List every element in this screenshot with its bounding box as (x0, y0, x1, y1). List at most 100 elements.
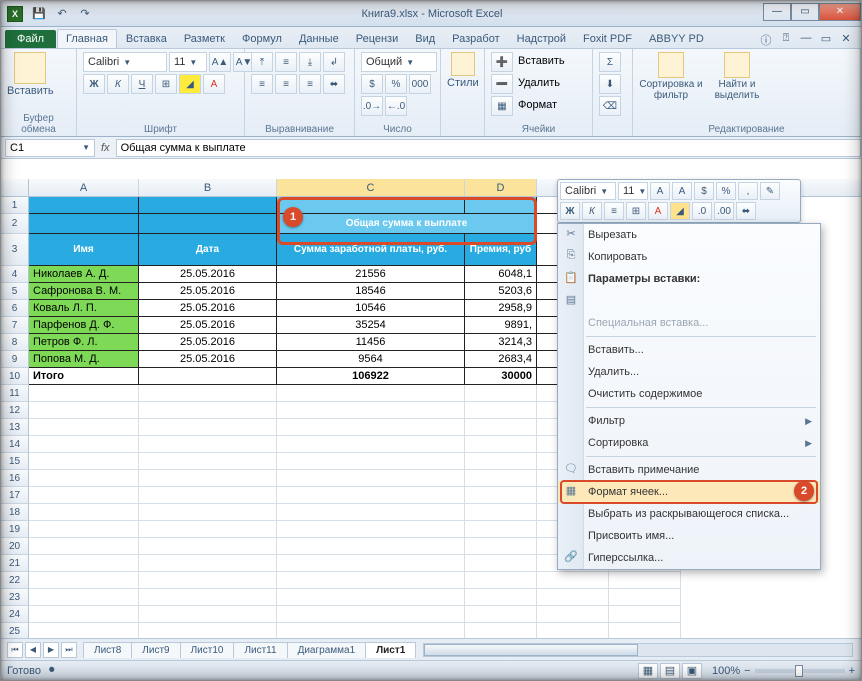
zoom-slider[interactable] (755, 669, 845, 673)
mini-font-name[interactable]: Calibri▼ (560, 182, 616, 200)
mini-percent-icon[interactable]: % (716, 182, 736, 200)
select-all-corner[interactable] (1, 179, 29, 196)
grow-font-icon[interactable]: A▲ (209, 52, 231, 72)
number-format-select[interactable]: Общий▼ (361, 52, 437, 72)
ctx-filter[interactable]: Фильтр▶ (558, 410, 820, 432)
row-head[interactable]: 8 (1, 334, 29, 351)
row-head[interactable]: 16 (1, 470, 29, 487)
underline-button[interactable]: Ч (131, 74, 153, 94)
delete-label[interactable]: Удалить (515, 74, 563, 94)
ctx-delete[interactable]: Удалить... (558, 361, 820, 383)
maximize-button[interactable]: ▭ (791, 3, 819, 21)
mini-font-size[interactable]: 11▼ (618, 182, 648, 200)
row-head[interactable]: 1 (1, 197, 29, 214)
percent-icon[interactable]: % (385, 74, 407, 94)
cell-salary[interactable]: 35254 (277, 317, 465, 334)
doc-minimize-icon[interactable]: — (799, 32, 813, 48)
mini-merge-icon[interactable]: ⬌ (736, 202, 756, 220)
cell-bonus[interactable]: 9891, (465, 317, 537, 334)
row-head[interactable]: 23 (1, 589, 29, 606)
tab-data[interactable]: Данные (291, 30, 347, 48)
tab-addins[interactable]: Надстрой (509, 30, 574, 48)
align-top-icon[interactable]: ⤒ (251, 52, 273, 72)
tab-abbyy[interactable]: ABBYY PD (641, 30, 712, 48)
comma-icon[interactable]: 000 (409, 74, 431, 94)
cell-name[interactable]: Попова М. Д. (29, 351, 139, 368)
hdr-date[interactable]: Дата (139, 234, 277, 266)
cell-date[interactable]: 25.05.2016 (139, 283, 277, 300)
mini-bold-button[interactable]: Ж (560, 202, 580, 220)
cell-name[interactable]: Коваль Л. П. (29, 300, 139, 317)
cell-name[interactable]: Николаев А. Д. (29, 266, 139, 283)
ctx-format-cells[interactable]: ▦Формат ячеек... (558, 481, 820, 503)
mini-dec-decimal-icon[interactable]: .0 (692, 202, 712, 220)
ctx-comment[interactable]: 🗨Вставить примечание (558, 459, 820, 481)
bold-button[interactable]: Ж (83, 74, 105, 94)
col-C[interactable]: C (277, 179, 465, 196)
hdr-name[interactable]: Имя (29, 234, 139, 266)
cell-salary[interactable]: 11456 (277, 334, 465, 351)
cell-date[interactable]: 25.05.2016 (139, 300, 277, 317)
sheet-tab[interactable]: Лист9 (131, 642, 180, 658)
row-head[interactable]: 15 (1, 453, 29, 470)
insert-label[interactable]: Вставить (515, 52, 568, 72)
mini-comma-icon[interactable]: , (738, 182, 758, 200)
row-head[interactable]: 2 (1, 214, 29, 234)
undo-icon[interactable]: ↶ (52, 4, 72, 24)
formula-input[interactable]: Общая сумма к выплате (116, 139, 861, 157)
horizontal-scrollbar[interactable] (423, 643, 853, 657)
mini-border-icon[interactable]: ⊞ (626, 202, 646, 220)
sheet-next-icon[interactable]: ▶ (43, 642, 59, 658)
cell-name[interactable]: Сафронова В. М. (29, 283, 139, 300)
cell-salary[interactable]: 9564 (277, 351, 465, 368)
align-right-icon[interactable]: ≡ (299, 74, 321, 94)
mini-grow-font-icon[interactable]: A (650, 182, 670, 200)
zoom-value[interactable]: 100% (712, 665, 740, 677)
mini-font-color-icon[interactable]: A (648, 202, 668, 220)
cell-bonus[interactable]: 5203,6 (465, 283, 537, 300)
view-normal-icon[interactable]: ▦ (638, 663, 658, 679)
sheet-tab[interactable]: Диаграмма1 (287, 642, 367, 658)
zoom-in-icon[interactable]: + (849, 665, 855, 677)
format-cells-icon[interactable]: ▦ (491, 96, 513, 116)
mini-format-painter-icon[interactable]: ✎ (760, 182, 780, 200)
cell-salary[interactable]: 18546 (277, 283, 465, 300)
ctx-paste-preview[interactable]: ▤ (558, 290, 820, 312)
tab-insert[interactable]: Вставка (118, 30, 175, 48)
row-head[interactable]: 11 (1, 385, 29, 402)
row-head[interactable]: 13 (1, 419, 29, 436)
paste-button[interactable]: Вставить (7, 52, 54, 97)
fx-icon[interactable]: fx (101, 142, 110, 154)
row-head[interactable]: 20 (1, 538, 29, 555)
tab-foxit[interactable]: Foxit PDF (575, 30, 640, 48)
decrease-decimal-icon[interactable]: ←.0 (385, 96, 407, 116)
tab-layout[interactable]: Разметк (176, 30, 233, 48)
ctx-name[interactable]: Присвоить имя... (558, 525, 820, 547)
ctx-clear[interactable]: Очистить содержимое (558, 383, 820, 405)
name-box[interactable]: C1▼ (5, 139, 95, 157)
format-label[interactable]: Формат (515, 96, 560, 116)
file-tab[interactable]: Файл (5, 30, 56, 48)
fill-color-button[interactable]: ◢ (179, 74, 201, 94)
fill-icon[interactable]: ⬇ (599, 74, 621, 94)
mini-fill-color-icon[interactable]: ◢ (670, 202, 690, 220)
scrollbar-thumb[interactable] (424, 644, 638, 656)
cell-date[interactable]: 25.05.2016 (139, 351, 277, 368)
row-head[interactable]: 5 (1, 283, 29, 300)
italic-button[interactable]: К (107, 74, 129, 94)
cell-bonus[interactable]: 6048,1 (465, 266, 537, 283)
mini-center-icon[interactable]: ≡ (604, 202, 624, 220)
sort-filter-button[interactable]: Сортировка и фильтр (639, 52, 703, 101)
merged-header[interactable]: Общая сумма к выплате (277, 214, 537, 234)
delete-cells-icon[interactable]: ➖ (491, 74, 513, 94)
ctx-hyperlink[interactable]: 🔗Гиперссылка... (558, 547, 820, 569)
cell-name[interactable]: Парфенов Д. Ф. (29, 317, 139, 334)
cell-bonus[interactable]: 2958,9 (465, 300, 537, 317)
doc-close-icon[interactable]: ✕ (839, 32, 853, 48)
save-icon[interactable]: 💾 (29, 4, 49, 24)
sheet-tab[interactable]: Лист10 (180, 642, 235, 658)
sheet-tab[interactable]: Лист8 (83, 642, 132, 658)
cell-bonus[interactable]: 3214,3 (465, 334, 537, 351)
insert-cells-icon[interactable]: ➕ (491, 52, 513, 72)
row-head[interactable]: 18 (1, 504, 29, 521)
